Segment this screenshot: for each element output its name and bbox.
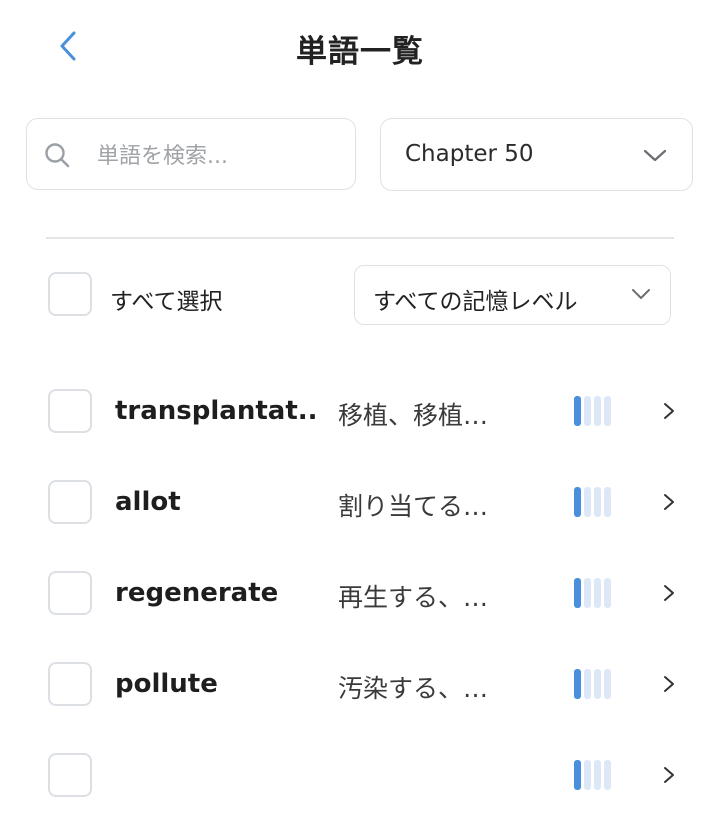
search-input[interactable] [95,137,349,175]
level-bar-empty [584,396,591,426]
memory-level-indicator [574,669,618,699]
memory-level-indicator [574,396,618,426]
search-box[interactable] [26,118,356,190]
divider [46,237,674,239]
search-icon [45,143,70,168]
level-bar-empty [604,487,611,517]
chevron-right-icon [664,676,674,692]
level-bar-empty [604,578,611,608]
chevron-down-icon [632,289,650,299]
word-meaning: 割り当てる… [338,492,489,521]
row-checkbox[interactable] [48,480,92,524]
list-item[interactable]: allot 割り当てる… [0,457,720,548]
row-checkbox[interactable] [48,662,92,706]
chevron-right-icon [664,767,674,783]
word-meaning: 移植、移植… [338,401,489,430]
word-text: regenerate [115,578,279,608]
level-bar-empty [594,578,601,608]
row-checkbox[interactable] [48,753,92,797]
level-bar-empty [584,578,591,608]
list-item[interactable]: regenerate 再生する、… [0,548,720,639]
level-bar-filled [574,487,581,517]
level-bar-empty [604,669,611,699]
memory-level-select-value: すべての記憶レベル [373,289,578,315]
select-all-checkbox[interactable] [48,272,92,316]
word-meaning: 汚染する、… [338,674,489,703]
list-item[interactable]: pollute 汚染する、… [0,639,720,730]
word-text: transplantat... [115,396,320,426]
level-bar-empty [594,396,601,426]
chapter-select[interactable]: Chapter 50 [380,118,693,191]
list-item[interactable] [0,730,720,821]
memory-level-indicator [574,487,618,517]
word-text: allot [115,487,181,517]
level-bar-filled [574,578,581,608]
chapter-select-value: Chapter 50 [405,141,534,167]
level-bar-empty [584,487,591,517]
level-bar-empty [584,669,591,699]
word-meaning: 再生する、… [338,583,489,612]
list-item[interactable]: transplantat... 移植、移植… [0,366,720,457]
chevron-right-icon [664,494,674,510]
page-title: 単語一覧 [296,34,424,70]
level-bar-filled [574,396,581,426]
chevron-right-icon [664,585,674,601]
row-checkbox[interactable] [48,571,92,615]
header: 単語一覧 [0,0,720,100]
level-bar-empty [594,487,601,517]
level-bar-filled [574,669,581,699]
memory-level-select[interactable]: すべての記憶レベル [354,265,671,325]
word-text: pollute [115,669,218,699]
chevron-down-icon [643,149,667,162]
select-all-label: すべて選択 [110,289,223,315]
memory-level-indicator [574,578,618,608]
row-checkbox[interactable] [48,389,92,433]
level-bar-empty [604,396,611,426]
chevron-right-icon [664,403,674,419]
level-bar-empty [594,669,601,699]
